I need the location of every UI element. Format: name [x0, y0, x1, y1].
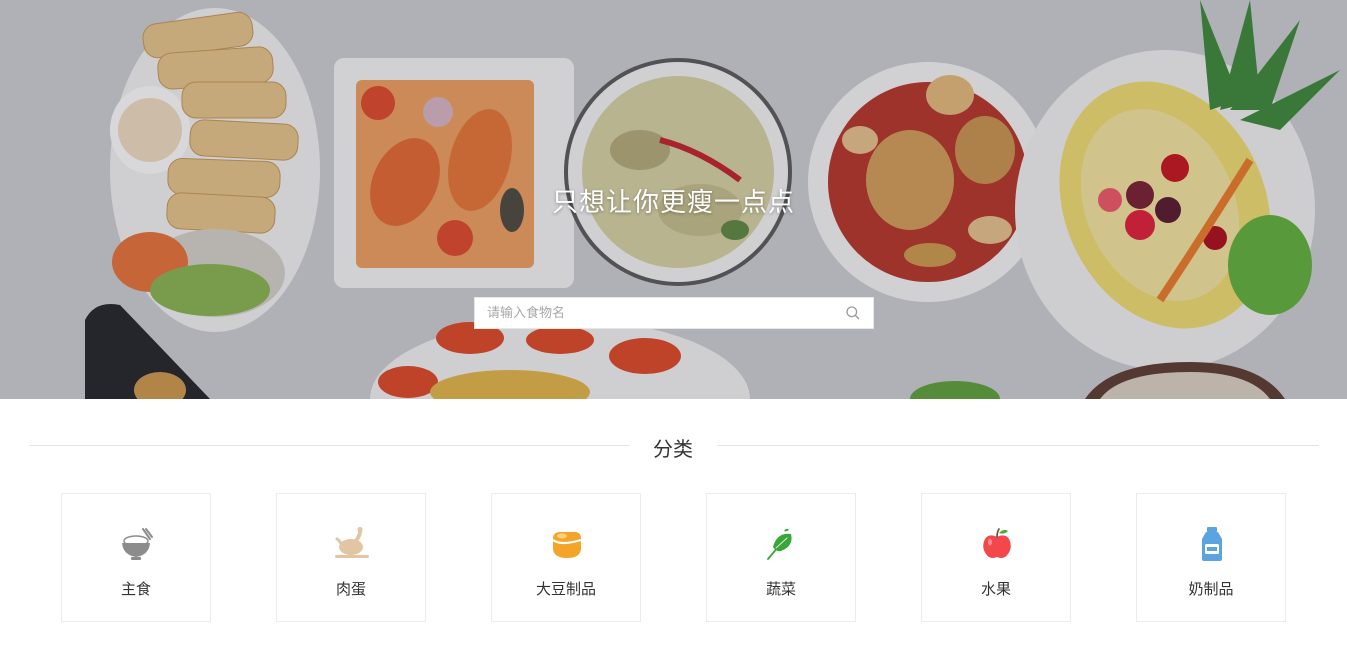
milk-bottle-icon: [1202, 527, 1222, 561]
category-card-soy[interactable]: 大豆制品: [491, 493, 641, 622]
category-label: 大豆制品: [535, 580, 596, 598]
category-section-header: 分类: [0, 399, 1347, 491]
apple-icon: [983, 528, 1011, 558]
category-card-meat-egg[interactable]: 肉蛋: [276, 493, 426, 622]
category-label: 主食: [120, 580, 151, 598]
category-title: 分类: [653, 437, 693, 461]
category-card-vegetable[interactable]: 蔬菜: [706, 493, 856, 622]
category-card-staple[interactable]: 主食: [61, 493, 211, 622]
category-list: 主食 肉蛋 大豆制品 蔬菜 水果 奶制品: [61, 493, 1286, 622]
soybean-icon: [552, 532, 582, 558]
hero-title: 只想让你更瘦一点点: [551, 188, 795, 218]
divider-right: [717, 445, 1319, 446]
category-card-dairy[interactable]: 奶制品: [1136, 493, 1286, 622]
category-label: 水果: [980, 580, 1011, 598]
search-box: [474, 297, 874, 329]
category-card-fruit[interactable]: 水果: [921, 493, 1071, 622]
category-label: 蔬菜: [765, 580, 796, 598]
hero-banner: 只想让你更瘦一点点: [0, 0, 1347, 399]
search-input[interactable]: [475, 298, 833, 328]
roast-chicken-icon: [335, 527, 369, 558]
search-icon[interactable]: [833, 298, 873, 328]
leaf-icon: [767, 528, 792, 560]
category-label: 肉蛋: [335, 580, 366, 598]
divider-left: [29, 445, 629, 446]
category-label: 奶制品: [1188, 580, 1234, 598]
rice-bowl-icon: [122, 528, 153, 560]
